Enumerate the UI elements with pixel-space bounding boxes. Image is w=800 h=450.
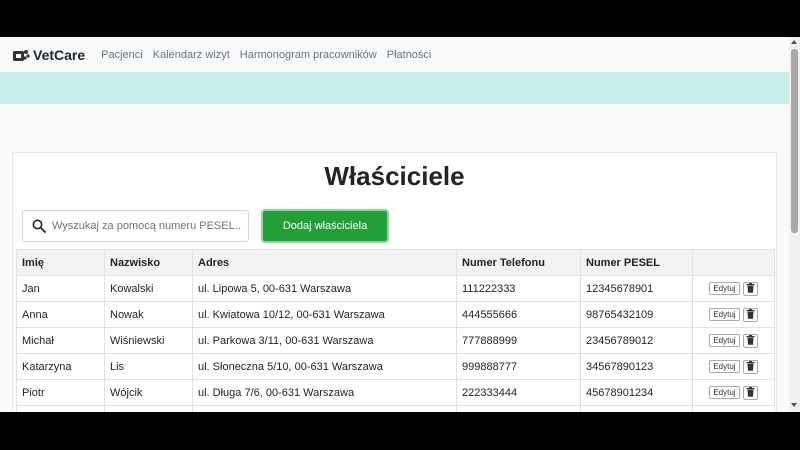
edit-button[interactable]: Edytuj <box>709 308 740 321</box>
table-row: Michał Wiśniewski ul. Parkowa 3/11, 00-6… <box>16 327 775 354</box>
trash-icon <box>746 386 755 397</box>
edit-button[interactable]: Edytuj <box>709 334 740 347</box>
column-header-adres: Adres <box>192 249 457 276</box>
cell-first-name: Katarzyna <box>16 353 105 380</box>
nav-link-kalendarz-wizyt[interactable]: Kalendarz wizyt <box>153 49 230 61</box>
cell-actions: Edytuj <box>692 301 775 328</box>
table-header-row: Imię Nazwisko Adres Numer Telefonu Numer… <box>16 249 775 276</box>
cell-pesel: 23456789012 <box>580 327 693 354</box>
cell-last-name: Nowak <box>104 301 193 328</box>
column-header-imie: Imię <box>16 249 105 276</box>
cell-first-name: Jan <box>16 275 105 302</box>
brand-name: VetCare <box>33 46 86 63</box>
cell-pesel: 98765432109 <box>580 301 693 328</box>
table-row: Katarzyna Lis ul. Słoneczna 5/10, 00-631… <box>16 353 775 380</box>
hero-banner <box>0 72 789 104</box>
nav-link-platnosci[interactable]: Płatności <box>387 49 432 61</box>
delete-button[interactable] <box>742 385 758 400</box>
cell-pesel: 45678901234 <box>580 379 693 406</box>
cell-address: ul. Słoneczna 5/10, 00-631 Warszawa <box>192 353 457 380</box>
trash-icon <box>746 360 755 371</box>
nav-link-pacjenci[interactable]: Pacjenci <box>101 49 143 61</box>
cell-phone: 999888777 <box>456 353 581 380</box>
cell-first-name <box>16 405 105 412</box>
edit-button[interactable]: Edytuj <box>709 282 740 295</box>
search-input[interactable] <box>52 220 242 232</box>
add-owner-button[interactable]: Dodaj właściciela <box>261 209 389 243</box>
cell-phone: 777888999 <box>456 327 581 354</box>
delete-button[interactable] <box>742 411 758 412</box>
scroll-down-arrow-icon[interactable] <box>791 403 797 407</box>
vertical-scrollbar[interactable] <box>789 37 800 412</box>
trash-icon <box>746 334 755 345</box>
cell-phone <box>456 405 581 412</box>
trash-icon <box>746 308 755 319</box>
cell-actions: Edytuj <box>692 353 775 380</box>
cell-phone: 444555666 <box>456 301 581 328</box>
page-title: Właściciele <box>324 161 465 191</box>
column-header-nazwisko: Nazwisko <box>104 249 193 276</box>
delete-button[interactable] <box>742 281 758 296</box>
cell-first-name: Michał <box>16 327 105 354</box>
cell-first-name: Anna <box>16 301 105 328</box>
cell-actions: Edytuj <box>692 405 775 412</box>
column-header-actions <box>692 249 775 276</box>
cell-pesel <box>580 405 693 412</box>
cell-pesel: 34567890123 <box>580 353 693 380</box>
scroll-thumb[interactable] <box>791 49 798 233</box>
scroll-up-arrow-icon[interactable] <box>791 40 797 44</box>
table-row: Piotr Wójcik ul. Długa 7/6, 00-631 Warsz… <box>16 379 775 406</box>
edit-button[interactable]: Edytuj <box>709 386 740 399</box>
cell-actions: Edytuj <box>692 327 775 354</box>
cell-pesel: 12345678901 <box>580 275 693 302</box>
nav-link-harmonogram-pracownikow[interactable]: Harmonogram pracowników <box>240 49 377 61</box>
cell-address: ul. Kwiatowa 10/12, 00-631 Warszawa <box>192 301 457 328</box>
vetcare-logo-icon <box>13 49 30 61</box>
search-icon <box>32 219 46 233</box>
cell-phone: 111222333 <box>456 275 581 302</box>
cell-first-name: Piotr <box>16 379 105 406</box>
cell-phone: 222333444 <box>456 379 581 406</box>
cell-last-name: Wiśniewski <box>104 327 193 354</box>
cell-address: ul. Lipowa 5, 00-631 Warszawa <box>192 275 457 302</box>
browser-viewport: VetCare Pacjenci Kalendarz wizyt Harmono… <box>0 37 800 412</box>
column-header-numer-pesel: Numer PESEL <box>580 249 693 276</box>
cell-address: ul. Parkowa 3/11, 00-631 Warszawa <box>192 327 457 354</box>
cell-address <box>192 405 457 412</box>
cell-last-name: Lis <box>104 353 193 380</box>
cell-actions: Edytuj <box>692 379 775 406</box>
delete-button[interactable] <box>742 333 758 348</box>
table-row: Edytuj <box>16 405 775 412</box>
trash-icon <box>746 282 755 293</box>
delete-button[interactable] <box>742 359 758 374</box>
table-row: Jan Kowalski ul. Lipowa 5, 00-631 Warsza… <box>16 275 775 302</box>
table-row: Anna Nowak ul. Kwiatowa 10/12, 00-631 Wa… <box>16 301 775 328</box>
search-box[interactable] <box>22 210 249 242</box>
edit-button[interactable]: Edytuj <box>709 360 740 373</box>
cell-actions: Edytuj <box>692 275 775 302</box>
cell-address: ul. Długa 7/6, 00-631 Warszawa <box>192 379 457 406</box>
cell-last-name: Kowalski <box>104 275 193 302</box>
navbar: VetCare Pacjenci Kalendarz wizyt Harmono… <box>0 37 789 72</box>
cell-last-name <box>104 405 193 412</box>
brand[interactable]: VetCare <box>12 47 85 63</box>
column-header-numer-telefonu: Numer Telefonu <box>456 249 581 276</box>
cell-last-name: Wójcik <box>104 379 193 406</box>
owners-table: Imię Nazwisko Adres Numer Telefonu Numer… <box>16 249 775 412</box>
delete-button[interactable] <box>742 307 758 322</box>
